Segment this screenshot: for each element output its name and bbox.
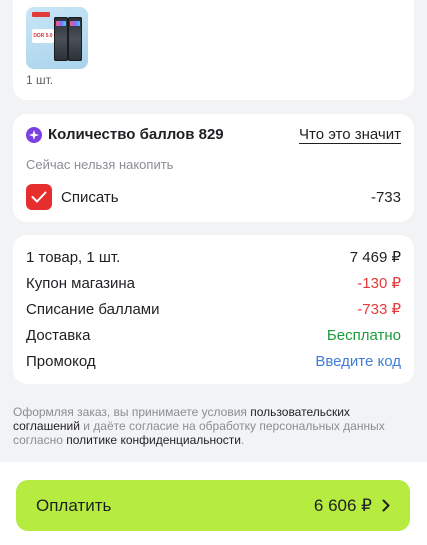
- summary-value: -130 ₽: [357, 275, 401, 292]
- privacy-policy-link[interactable]: политике конфиденциальности: [66, 433, 241, 447]
- pay-amount: 6 606 ₽: [313, 495, 372, 515]
- summary-label: Доставка: [26, 326, 91, 344]
- summary-label: Промокод: [26, 352, 96, 370]
- product-quantity: 1 шт.: [26, 73, 54, 87]
- agreement-text: Оформляя заказ, вы принимаете условия по…: [13, 405, 408, 447]
- writeoff-label: Списать: [61, 189, 119, 206]
- agreement-text-part: .: [241, 433, 245, 447]
- product-thumbnail[interactable]: DDR 5.0: [26, 7, 88, 69]
- writeoff-checkbox[interactable]: [26, 184, 52, 210]
- product-thumb-label: DDR 5.0: [32, 29, 54, 43]
- ram-stick-image: [54, 17, 68, 61]
- ram-stick-image: [68, 17, 82, 61]
- what-it-means-link[interactable]: Что это значит: [299, 126, 401, 144]
- summary-row-points: Списание баллами -733 ₽: [26, 299, 401, 319]
- summary-value: Бесплатно: [326, 326, 401, 344]
- product-card: DDR 5.0 1 шт.: [13, 0, 414, 100]
- summary-label: Купон магазина: [26, 274, 136, 292]
- writeoff-value: -733: [370, 189, 401, 206]
- summary-value: -733 ₽: [357, 301, 401, 318]
- summary-row-coupon: Купон магазина -130 ₽: [26, 273, 401, 293]
- chevron-right-icon: [382, 499, 390, 512]
- summary-label: Списание баллами: [26, 300, 160, 318]
- bonus-note: Сейчас нельзя накопить: [26, 157, 174, 172]
- summary-label: 1 товар, 1 шт.: [26, 248, 121, 266]
- checkmark-icon: [31, 191, 47, 203]
- agreement-text-part: Оформляя заказ, вы принимаете условия: [13, 405, 251, 419]
- summary-row-promocode: Промокод Введите код: [26, 351, 401, 371]
- pay-button[interactable]: Оплатить 6 606 ₽: [16, 480, 410, 531]
- sparkle-icon: [26, 127, 42, 143]
- order-summary-card: 1 товар, 1 шт. 7 469 ₽ Купон магазина -1…: [13, 235, 414, 384]
- pay-button-label: Оплатить: [36, 495, 112, 515]
- summary-row-delivery: Доставка Бесплатно: [26, 325, 401, 345]
- bottom-bar: Оплатить 6 606 ₽: [0, 462, 427, 545]
- enter-promocode-link[interactable]: Введите код: [315, 353, 401, 370]
- brand-logo: [32, 12, 50, 17]
- summary-row-items: 1 товар, 1 шт. 7 469 ₽: [26, 247, 401, 267]
- bonus-title: Количество баллов 829: [48, 126, 224, 143]
- bonus-card: Количество баллов 829 Что это значит Сей…: [13, 114, 414, 222]
- summary-value: 7 469 ₽: [349, 249, 401, 266]
